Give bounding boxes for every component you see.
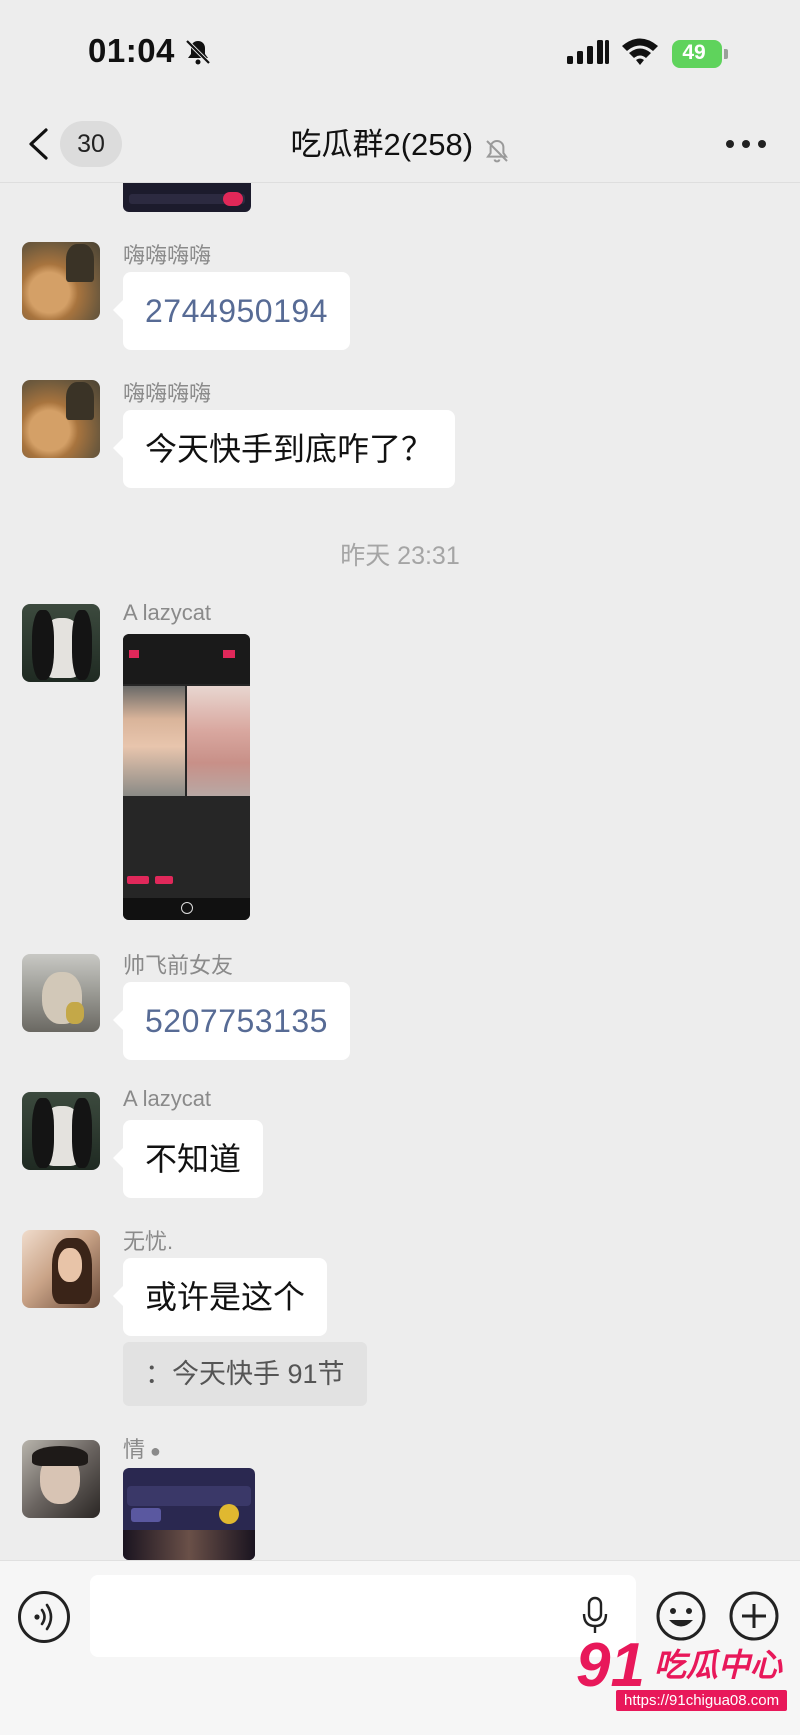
sender-name: 无忧.: [123, 1229, 174, 1254]
sender-name: 嗨嗨嗨嗨: [123, 243, 212, 268]
avatar[interactable]: [22, 1230, 100, 1308]
sender-name: 帅飞前女友: [123, 953, 234, 978]
battery-level: 49: [682, 41, 706, 64]
message-bubble[interactable]: 2744950194: [113, 272, 350, 350]
quoted-message[interactable]: ：今天快手 91节: [123, 1342, 367, 1406]
avatar[interactable]: [22, 1440, 100, 1518]
voice-button[interactable]: [18, 1591, 70, 1643]
bell-off-icon: [485, 139, 508, 163]
voice-icon: [34, 1603, 53, 1631]
chat-title-wrap: 吃瓜群2(258): [0, 119, 800, 164]
apple-icon: ●: [145, 1441, 161, 1461]
avatar[interactable]: [22, 954, 100, 1032]
message-bubble[interactable]: 5207753135: [113, 982, 350, 1060]
sender-name: 情 ●: [123, 1437, 161, 1462]
avatar[interactable]: [22, 242, 100, 320]
message-input[interactable]: [90, 1575, 636, 1657]
message-bubble[interactable]: 或许是这个: [112, 1258, 328, 1336]
wifi-icon: [622, 38, 658, 65]
sender-name: A lazycat: [123, 1086, 212, 1111]
bell-off-icon: [185, 39, 211, 65]
more-button[interactable]: [722, 127, 770, 161]
status-bar: 01:04 49: [0, 0, 800, 105]
watermark-url: https://91chigua08.com: [616, 1690, 788, 1711]
status-time: 01:04: [88, 32, 175, 69]
avatar[interactable]: [22, 604, 100, 682]
watermark-name: 吃瓜中心: [654, 1647, 783, 1683]
message-bubble[interactable]: 不知道: [112, 1120, 264, 1198]
watermark-logo: 91 吃瓜中心 https://91chigua08.com: [576, 1630, 796, 1720]
time-divider: 昨天 23:31: [340, 542, 460, 570]
avatar[interactable]: [22, 1092, 100, 1170]
signal-icon: [567, 40, 609, 64]
battery-indicator: 49: [672, 40, 728, 68]
image-message[interactable]: [123, 634, 250, 920]
chat-title: 吃瓜群2(258): [290, 127, 474, 162]
avatar[interactable]: [22, 380, 100, 458]
message-bubble[interactable]: 今天快手到底咋了？: [112, 410, 456, 488]
chat-header: 30 吃瓜群2(258): [0, 105, 800, 183]
image-message[interactable]: [123, 1468, 255, 1560]
sender-name: 嗨嗨嗨嗨: [123, 381, 212, 406]
sender-name: A lazycat: [123, 600, 212, 625]
